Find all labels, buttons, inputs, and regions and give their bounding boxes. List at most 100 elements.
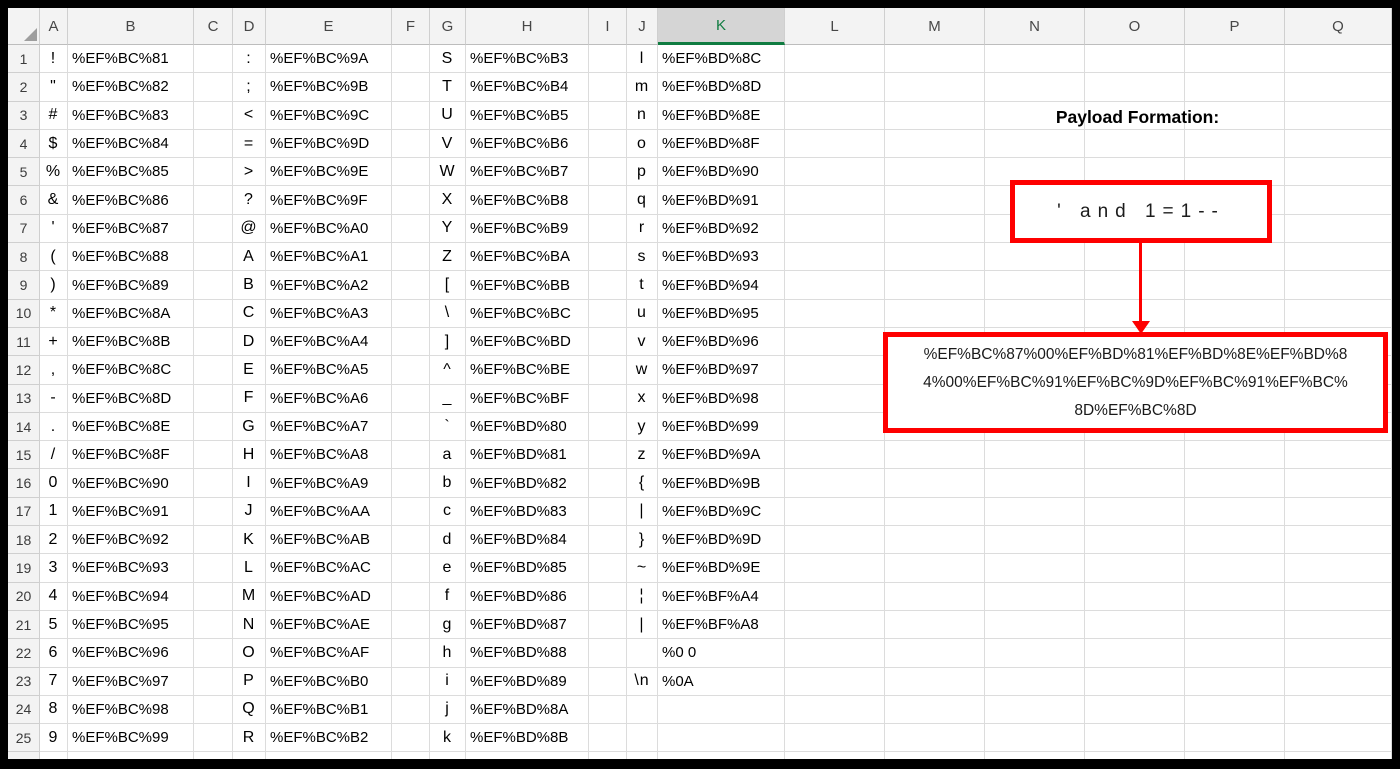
- cell-A9[interactable]: ): [40, 271, 68, 300]
- cell-P2[interactable]: [1185, 73, 1285, 102]
- cell-H23[interactable]: %EF%BD%89: [466, 667, 589, 696]
- cell-F16[interactable]: [392, 469, 430, 498]
- cell-E24[interactable]: %EF%BC%B1: [266, 695, 392, 725]
- cell-G7[interactable]: Y: [430, 214, 466, 244]
- cell-J10[interactable]: u: [627, 299, 658, 328]
- cell-P11[interactable]: [1185, 327, 1285, 357]
- cell-L16[interactable]: [785, 469, 885, 498]
- cell-C14[interactable]: [194, 412, 233, 442]
- cell-L22[interactable]: [785, 639, 885, 668]
- cell-Q25[interactable]: [1285, 724, 1392, 753]
- cell-Q19[interactable]: [1285, 554, 1392, 583]
- select-all-button[interactable]: [8, 8, 40, 45]
- cell-M23[interactable]: [885, 667, 985, 696]
- cell-Q9[interactable]: [1285, 271, 1392, 300]
- cell-H12[interactable]: %EF%BC%BE: [466, 356, 589, 385]
- row-header-16[interactable]: 16: [8, 469, 40, 498]
- cell-F21[interactable]: [392, 610, 430, 640]
- cell-J12[interactable]: w: [627, 356, 658, 385]
- cell-O10[interactable]: [1085, 299, 1185, 328]
- cell-N7[interactable]: [985, 214, 1085, 244]
- cell-E16[interactable]: %EF%BC%A9: [266, 469, 392, 498]
- cell-D14[interactable]: G: [233, 412, 266, 442]
- cell-I11[interactable]: [589, 327, 627, 357]
- cell-A18[interactable]: 2: [40, 526, 68, 555]
- cell-N19[interactable]: [985, 554, 1085, 583]
- cell-J21[interactable]: |: [627, 610, 658, 640]
- cell-E15[interactable]: %EF%BC%A8: [266, 441, 392, 470]
- row-header-18[interactable]: 18: [8, 526, 40, 555]
- cell-H10[interactable]: %EF%BC%BC: [466, 299, 589, 328]
- cell-G8[interactable]: Z: [430, 243, 466, 272]
- cell-N22[interactable]: [985, 639, 1085, 668]
- cell-P10[interactable]: [1185, 299, 1285, 328]
- column-header-L[interactable]: L: [785, 8, 885, 45]
- cell-Q5[interactable]: [1285, 158, 1392, 187]
- cell-B6[interactable]: %EF%BC%86: [68, 186, 194, 215]
- cell-G23[interactable]: i: [430, 667, 466, 696]
- row-header-2[interactable]: 2: [8, 73, 40, 102]
- row-header-8[interactable]: 8: [8, 243, 40, 272]
- cell-A4[interactable]: $: [40, 129, 68, 159]
- cell-C19[interactable]: [194, 554, 233, 583]
- cell-A10[interactable]: *: [40, 299, 68, 328]
- cell-D4[interactable]: =: [233, 129, 266, 159]
- cell-K7[interactable]: %EF%BD%92: [658, 214, 785, 244]
- cell-G1[interactable]: S: [430, 45, 466, 74]
- cell-G14[interactable]: `: [430, 412, 466, 442]
- cell-I17[interactable]: [589, 497, 627, 527]
- cell-L7[interactable]: [785, 214, 885, 244]
- cell-L9[interactable]: [785, 271, 885, 300]
- cell-A6[interactable]: &: [40, 186, 68, 215]
- row-header-7[interactable]: 7: [8, 214, 40, 244]
- cell-Q11[interactable]: [1285, 327, 1392, 357]
- cell-J15[interactable]: z: [627, 441, 658, 470]
- cell-C3[interactable]: [194, 101, 233, 130]
- cell-Q2[interactable]: [1285, 73, 1392, 102]
- cell-L21[interactable]: [785, 610, 885, 640]
- cell-E7[interactable]: %EF%BC%A0: [266, 214, 392, 244]
- cell-I2[interactable]: [589, 73, 627, 102]
- cell-H2[interactable]: %EF%BC%B4: [466, 73, 589, 102]
- cell-N1[interactable]: [985, 45, 1085, 74]
- column-header-K[interactable]: K: [658, 8, 785, 45]
- cell-Q8[interactable]: [1285, 243, 1392, 272]
- cell-C10[interactable]: [194, 299, 233, 328]
- cell-B14[interactable]: %EF%BC%8E: [68, 412, 194, 442]
- cell-I1[interactable]: [589, 45, 627, 74]
- cell-L18[interactable]: [785, 526, 885, 555]
- cell-N10[interactable]: [985, 299, 1085, 328]
- cell-K2[interactable]: %EF%BD%8D: [658, 73, 785, 102]
- cell-D1[interactable]: :: [233, 45, 266, 74]
- cell-B8[interactable]: %EF%BC%88: [68, 243, 194, 272]
- cell-J23[interactable]: \n: [627, 667, 658, 696]
- cell-K23[interactable]: %0A: [658, 667, 785, 696]
- cell-N24[interactable]: [985, 695, 1085, 725]
- cell-J1[interactable]: l: [627, 45, 658, 74]
- column-header-N[interactable]: N: [985, 8, 1085, 45]
- cell-Q4[interactable]: [1285, 129, 1392, 159]
- cell-M9[interactable]: [885, 271, 985, 300]
- cell-Q21[interactable]: [1285, 610, 1392, 640]
- cell-M25[interactable]: [885, 724, 985, 753]
- cell-P5[interactable]: [1185, 158, 1285, 187]
- cell-M7[interactable]: [885, 214, 985, 244]
- cell-G25[interactable]: k: [430, 724, 466, 753]
- cell-H22[interactable]: %EF%BD%88: [466, 639, 589, 668]
- cell-F22[interactable]: [392, 639, 430, 668]
- cell-Q18[interactable]: [1285, 526, 1392, 555]
- cell-P19[interactable]: [1185, 554, 1285, 583]
- cell-O20[interactable]: [1085, 582, 1185, 611]
- cell-K13[interactable]: %EF%BD%98: [658, 384, 785, 413]
- cell-P14[interactable]: [1185, 412, 1285, 442]
- cell-A7[interactable]: ': [40, 214, 68, 244]
- cell-D3[interactable]: <: [233, 101, 266, 130]
- column-header-C[interactable]: C: [194, 8, 233, 45]
- cell-K15[interactable]: %EF%BD%9A: [658, 441, 785, 470]
- row-header-20[interactable]: 20: [8, 582, 40, 611]
- cell-G6[interactable]: X: [430, 186, 466, 215]
- cell-B25[interactable]: %EF%BC%99: [68, 724, 194, 753]
- cell-D9[interactable]: B: [233, 271, 266, 300]
- cell-H25[interactable]: %EF%BD%8B: [466, 724, 589, 753]
- column-header-F[interactable]: F: [392, 8, 430, 45]
